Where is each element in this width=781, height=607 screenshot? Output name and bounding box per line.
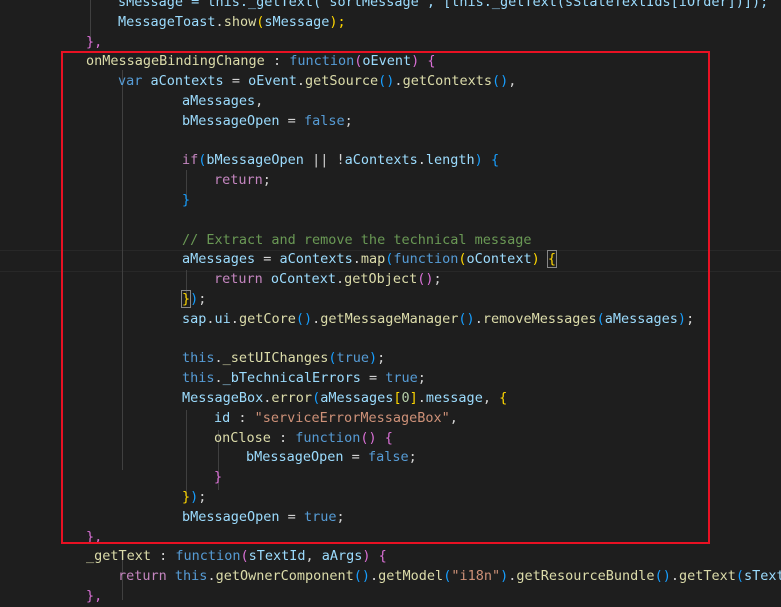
code-editor[interactable]: sMessage = this._getText("sortMessage", … (0, 0, 781, 607)
code-token: , (305, 548, 322, 565)
code-token: getOwnerComponent (215, 568, 354, 585)
code-token: getModel (378, 568, 444, 585)
code-token: ( (735, 568, 745, 585)
code-token: . (215, 13, 224, 30)
code-token: ( (240, 548, 249, 565)
code-line[interactable]: sMessage = this._getText("sortMessage", … (118, 0, 768, 13)
code-token: ); (329, 13, 346, 30)
code-token: }, (86, 33, 103, 50)
code-token: function (175, 548, 241, 565)
code-token: return (118, 568, 167, 585)
code-token: aArgs (321, 548, 363, 565)
code-line[interactable]: return this.getOwnerComponent().getModel… (118, 567, 781, 587)
code-line[interactable]: MessageToast.show(sMessage); (118, 13, 346, 33)
code-token: sMessage (264, 13, 330, 30)
code-token: show (223, 13, 257, 30)
code-token: { (370, 548, 387, 565)
code-token: () (353, 568, 371, 585)
code-token: this (174, 568, 208, 585)
code-token: getResourceBundle (516, 568, 655, 585)
code-line[interactable]: _getText : function(sTextId, aArgs) { (86, 547, 387, 567)
highlight-box (61, 51, 710, 544)
code-token: sMessage = this._getText("sortMessage", … (118, 0, 769, 10)
code-token: () (654, 568, 671, 585)
code-token: . (370, 568, 379, 585)
code-token: getText (678, 568, 736, 585)
code-token: sTextId (248, 548, 306, 565)
code-line[interactable]: }, (86, 33, 102, 53)
code-token: _getText (86, 548, 152, 565)
code-token: }, (86, 588, 103, 604)
code-token: . (670, 568, 679, 585)
code-token: . (207, 568, 216, 585)
code-token: ) (362, 548, 371, 565)
code-token: MessageToast (118, 13, 216, 30)
code-token: "i18n" (451, 568, 501, 585)
code-token: sTextId (744, 568, 781, 585)
code-line[interactable]: }, (86, 587, 102, 607)
code-token: : (151, 548, 176, 565)
